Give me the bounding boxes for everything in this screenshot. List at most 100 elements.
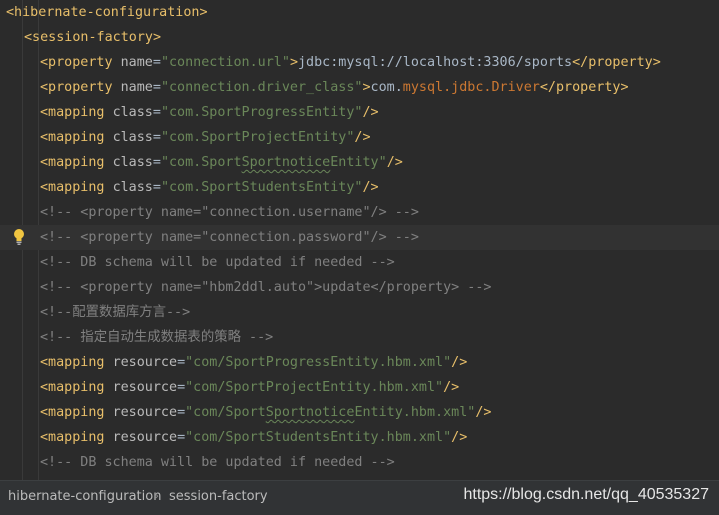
comment-text: 配置数据库方言	[72, 305, 166, 320]
code-line[interactable]: <!-- DB schema will be updated if needed…	[0, 450, 719, 475]
attribute-name: class	[112, 155, 153, 170]
code-line[interactable]: <!-- <property name="hbm2ddl.auto">updat…	[0, 275, 719, 300]
attribute-value: "connection.url"	[160, 55, 290, 70]
attribute-value: "com/SportProgressEntity.hbm.xml"	[185, 355, 452, 370]
typo-underlined-word: Sportnotice	[265, 405, 355, 420]
attribute-value: "com/SportStudentsEntity.hbm.xml"	[185, 430, 452, 445]
watermark-text: https://blog.csdn.net/qq_40535327	[463, 486, 709, 503]
code-line[interactable]: <hibernate-configuration>	[0, 0, 719, 25]
tag-text: <mapping	[40, 430, 113, 445]
equals-sign: =	[152, 55, 161, 70]
tag-text: <mapping	[40, 105, 113, 120]
tag-text: />	[386, 155, 403, 170]
package-segment: mysql.	[402, 80, 452, 95]
attribute-value: Entity"	[330, 155, 387, 170]
attribute-name: class	[112, 180, 153, 195]
code-line[interactable]: <mapping class="com.SportProgressEntity"…	[0, 100, 719, 125]
tag-text: <mapping	[40, 380, 113, 395]
tag-text: />	[362, 180, 379, 195]
text-content: com.	[370, 80, 403, 95]
code-line[interactable]: <property name="connection.driver_class"…	[0, 75, 719, 100]
code-line[interactable]: <!--配置数据库方言-->	[0, 300, 719, 325]
breadcrumb-session-factory[interactable]: session-factory	[169, 489, 268, 504]
text-content: jdbc:mysql://localhost:3306/sports	[298, 55, 573, 70]
class-reference: Driver	[491, 80, 540, 95]
comment-text: <!--	[40, 330, 81, 345]
code-line[interactable]: <session-factory>	[0, 25, 719, 50]
tag-text: <mapping	[40, 405, 113, 420]
code-line[interactable]: <mapping resource="com/SportSportnoticeE…	[0, 400, 719, 425]
tag-text: />	[354, 130, 371, 145]
equals-sign: =	[177, 405, 186, 420]
comment-text: -->	[241, 330, 274, 345]
attribute-value: "com.SportProjectEntity"	[160, 130, 355, 145]
equals-sign: =	[152, 155, 161, 170]
equals-sign: =	[152, 180, 161, 195]
comment-text: <!-- DB schema will be updated if needed…	[40, 255, 395, 270]
equals-sign: =	[152, 105, 161, 120]
attribute-name: class	[112, 130, 153, 145]
attribute-value: "com/Sport	[185, 405, 266, 420]
equals-sign: =	[177, 430, 186, 445]
comment-text: <!-- DB schema will be updated if needed…	[40, 455, 395, 470]
comment-text: <!-- <property name="connection.username…	[40, 205, 419, 220]
package-segment: jdbc.	[451, 80, 492, 95]
equals-sign: =	[177, 355, 186, 370]
code-line[interactable]: <!-- 指定自动生成数据表的策略 -->	[0, 325, 719, 350]
code-line[interactable]: <mapping resource="com/SportProjectEntit…	[0, 375, 719, 400]
tag-text: <property	[40, 55, 121, 70]
tag-text: />	[451, 430, 468, 445]
code-editor[interactable]: <hibernate-configuration> <session-facto…	[0, 0, 719, 480]
tag-text: </property>	[539, 80, 629, 95]
tag-text: <mapping	[40, 155, 113, 170]
tag-text: >	[289, 55, 298, 70]
attribute-name: resource	[112, 355, 178, 370]
code-line[interactable]: <mapping class="com.SportStudentsEntity"…	[0, 175, 719, 200]
code-line-current[interactable]: <!-- <property name="connection.password…	[0, 225, 719, 250]
attribute-name: name	[120, 55, 153, 70]
tag-text: />	[451, 355, 468, 370]
attribute-value: "connection.driver_class"	[160, 80, 363, 95]
lightbulb-icon[interactable]	[12, 228, 26, 246]
tag-text: <mapping	[40, 180, 113, 195]
tag-text: <property	[40, 80, 121, 95]
breadcrumb-separator: ›	[154, 489, 160, 504]
attribute-value: "com.Sport	[160, 155, 242, 170]
typo-underlined-word: Sportnotice	[241, 155, 331, 170]
code-line[interactable]: <!-- <property name="connection.username…	[0, 200, 719, 225]
code-line[interactable]: <mapping class="com.SportProjectEntity"/…	[0, 125, 719, 150]
tag-text: <mapping	[40, 355, 113, 370]
comment-text: <!-- <property name="connection.password…	[40, 230, 419, 245]
tag-text: />	[362, 105, 379, 120]
tag-text: />	[475, 405, 492, 420]
code-line[interactable]: <mapping resource="com/SportStudentsEnti…	[0, 425, 719, 450]
equals-sign: =	[152, 130, 161, 145]
equals-sign: =	[177, 380, 186, 395]
attribute-name: resource	[112, 405, 178, 420]
code-line[interactable]: <property name="connection.url">jdbc:mys…	[0, 50, 719, 75]
tag-text: </property>	[572, 55, 661, 70]
tag-text: <session-factory>	[24, 30, 162, 45]
attribute-value: "com.SportStudentsEntity"	[160, 180, 363, 195]
comment-text: <!-- <property name="hbm2ddl.auto">updat…	[40, 280, 492, 295]
comment-text: 指定自动生成数据表的策略	[80, 330, 241, 345]
attribute-name: resource	[112, 430, 178, 445]
comment-text: <!--	[40, 305, 73, 320]
attribute-value: "com.SportProgressEntity"	[160, 105, 363, 120]
code-line[interactable]: <mapping resource="com/SportProgressEnti…	[0, 350, 719, 375]
breadcrumb-hibernate-configuration[interactable]: hibernate-configuration	[8, 489, 161, 504]
breadcrumb-bar: hibernate-configuration › session-factor…	[0, 480, 719, 515]
tag-text: />	[443, 380, 460, 395]
attribute-value: Entity.hbm.xml"	[354, 405, 476, 420]
tag-text: >	[362, 80, 371, 95]
tag-text: <hibernate-configuration>	[6, 5, 208, 20]
attribute-name: resource	[112, 380, 178, 395]
attribute-name: name	[120, 80, 153, 95]
code-line[interactable]: <!-- DB schema will be updated if needed…	[0, 250, 719, 275]
comment-text: -->	[165, 305, 191, 320]
tag-text: <mapping	[40, 130, 113, 145]
equals-sign: =	[152, 80, 161, 95]
attribute-value: "com/SportProjectEntity.hbm.xml"	[185, 380, 444, 395]
code-line[interactable]: <mapping class="com.SportSportnoticeEnti…	[0, 150, 719, 175]
attribute-name: class	[112, 105, 153, 120]
